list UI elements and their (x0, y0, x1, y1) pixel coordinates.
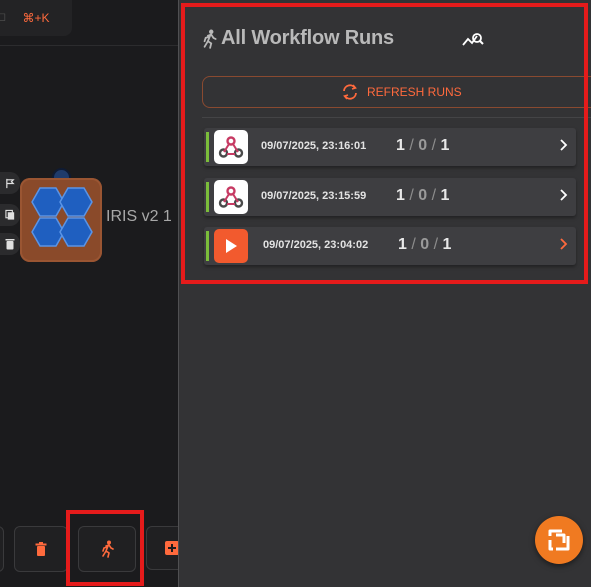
shortcut-label: ⌘+K (22, 11, 50, 25)
trash-icon (35, 541, 47, 556)
shuffle-logo-icon (548, 529, 570, 551)
trash-icon[interactable] (0, 233, 20, 255)
copy-icon[interactable] (0, 204, 20, 226)
flag-icon[interactable] (0, 172, 20, 194)
workflow-canvas[interactable]: ◻ ⌘+K IRIS v2 1 (0, 0, 178, 587)
shuffle-logo-button[interactable] (535, 516, 583, 564)
delete-button[interactable] (14, 526, 68, 572)
panel-left-button[interactable] (0, 526, 4, 572)
runs-button-highlight (66, 510, 144, 586)
runs-panel-highlight (181, 3, 588, 284)
add-box-icon (165, 541, 178, 555)
canvas-divider (0, 45, 178, 46)
shortcut-prefix-icon: ◻ (0, 11, 7, 23)
hexagon-cluster-icon (31, 187, 93, 247)
search-shortcut-button[interactable]: ◻ ⌘+K (0, 0, 72, 36)
add-button[interactable] (146, 526, 178, 570)
node-label: IRIS v2 1 (106, 208, 172, 225)
workflow-node[interactable] (20, 178, 102, 262)
